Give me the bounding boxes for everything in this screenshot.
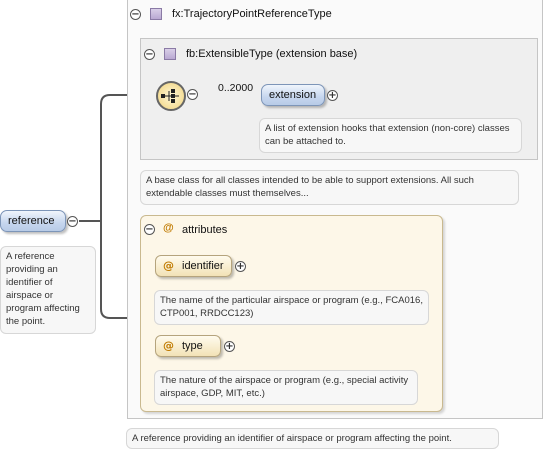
attributes-label: attributes	[182, 224, 228, 236]
type-name: fx:TrajectoryPointReferenceType	[172, 8, 332, 20]
attribute-at-icon: @	[163, 339, 174, 352]
extension-base-documentation: A base class for all classes intended to…	[140, 170, 519, 205]
identifier-expand-icon[interactable]: +	[235, 261, 246, 272]
type-collapse-icon[interactable]: −	[130, 9, 141, 20]
type-documentation: A reference providing an identifier of a…	[126, 428, 499, 449]
attribute-at-icon: @	[163, 259, 174, 272]
sequence-cardinality: 0..2000	[218, 82, 254, 94]
identifier-documentation: The name of the particular airspace or p…	[154, 290, 429, 325]
extension-base-collapse-icon[interactable]: −	[144, 49, 155, 60]
sequence-collapse-icon[interactable]: −	[187, 89, 198, 100]
attribute-at-icon: @	[163, 222, 174, 234]
extension-expand-icon[interactable]: +	[327, 90, 338, 101]
reference-element[interactable]: reference	[0, 210, 66, 232]
extension-documentation: A list of extension hooks that extension…	[259, 118, 522, 153]
complex-type-icon	[164, 48, 176, 60]
sequence-compositor-icon[interactable]	[156, 81, 186, 111]
identifier-attribute-label: identifier	[182, 260, 224, 272]
attributes-collapse-icon[interactable]: −	[144, 224, 155, 235]
type-attribute-documentation: The nature of the airspace or program (e…	[154, 370, 418, 405]
reference-documentation: A reference providing an identifier of a…	[0, 246, 96, 334]
type-attribute-label: type	[182, 340, 203, 352]
extension-element-label: extension	[269, 89, 317, 101]
reference-collapse-icon[interactable]: −	[67, 216, 78, 227]
complex-type-icon	[150, 8, 162, 20]
type-attribute-expand-icon[interactable]: +	[224, 341, 235, 352]
extension-element[interactable]: extension	[261, 84, 325, 106]
type-attribute[interactable]: @ type	[155, 335, 221, 357]
extension-base-label: fb:ExtensibleType (extension base)	[186, 48, 358, 60]
identifier-attribute[interactable]: @ identifier	[155, 255, 232, 277]
reference-element-label: reference	[8, 215, 55, 227]
